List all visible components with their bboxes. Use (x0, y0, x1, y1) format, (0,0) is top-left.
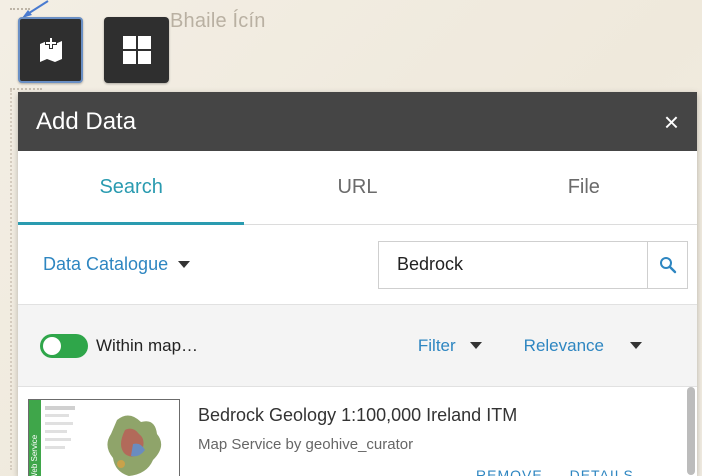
tab-bar: Search URL File (18, 151, 697, 225)
tab-file[interactable]: File (471, 151, 697, 224)
search-row: Data Catalogue (18, 225, 697, 305)
panel-title: Add Data (36, 107, 137, 135)
search-box (378, 240, 688, 289)
tab-url[interactable]: URL (244, 151, 470, 224)
search-icon (659, 256, 676, 273)
thumb-label: Web Service (30, 434, 39, 476)
filter-row: Within map… Filter Relevance (18, 305, 697, 387)
grid-icon (122, 36, 151, 64)
tab-search[interactable]: Search (18, 151, 245, 225)
search-button[interactable] (647, 241, 687, 288)
basemap-gallery-button[interactable] (104, 17, 169, 83)
search-input[interactable] (379, 241, 647, 288)
results-list: Web Service Bedrock Geology 1:100,000 Ir… (18, 387, 697, 476)
catalogue-dropdown[interactable]: Data Catalogue (43, 254, 191, 275)
catalogue-label: Data Catalogue (43, 254, 169, 274)
add-data-panel: Add Data × Search URL File Data Catalogu… (18, 92, 697, 476)
sort-label: Relevance (523, 335, 604, 355)
within-map-toggle[interactable] (40, 333, 88, 358)
scrollbar[interactable] (687, 387, 695, 475)
result-actions: REMOVE DETAILS (476, 467, 656, 476)
within-map-label: Within map… (96, 335, 199, 355)
close-icon[interactable]: × (664, 109, 679, 135)
chevron-down-icon (630, 342, 642, 349)
panel-header: Add Data × (18, 92, 697, 151)
result-title: Bedrock Geology 1:100,000 Ireland ITM (198, 405, 518, 425)
map-frame-line (10, 88, 42, 90)
filter-dropdown[interactable]: Filter (418, 336, 482, 356)
result-thumbnail: Web Service (28, 399, 180, 476)
details-button[interactable]: DETAILS (570, 467, 634, 476)
filter-label: Filter (417, 335, 456, 355)
remove-button[interactable]: REMOVE (476, 467, 543, 476)
sort-dropdown[interactable]: Relevance (524, 336, 642, 356)
within-map-toggle-group: Within map… (40, 333, 199, 358)
result-text: Bedrock Geology 1:100,000 Ireland ITM Ma… (198, 399, 517, 476)
map-place-label: Bhaile Ícín (170, 10, 266, 32)
add-data-button[interactable] (18, 17, 83, 83)
list-item[interactable]: Web Service Bedrock Geology 1:100,000 Ir… (28, 399, 697, 476)
filter-controls: Filter Relevance (418, 336, 642, 356)
result-subtitle: Map Service by geohive_curator (198, 436, 414, 453)
chevron-down-icon (469, 342, 482, 349)
chevron-down-icon (178, 261, 191, 268)
toggle-knob (43, 336, 61, 355)
map-frame-line-vertical (10, 90, 12, 470)
add-data-icon (39, 37, 62, 62)
